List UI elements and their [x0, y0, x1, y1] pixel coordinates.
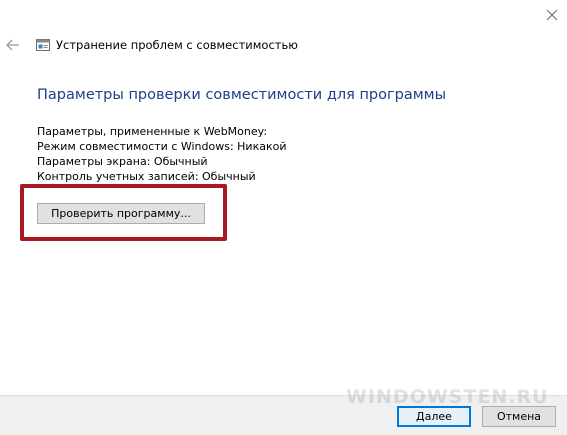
param-uac: Контроль учетных записей: Обычный [37, 170, 256, 183]
next-button[interactable]: Далее [397, 406, 471, 427]
param-compat-mode: Режим совместимости с Windows: Никакой [37, 140, 287, 153]
back-button[interactable] [4, 36, 22, 54]
window-title: Устранение проблем с совместимостью [56, 38, 298, 52]
close-icon [546, 9, 558, 21]
param-applied-to: Параметры, примененные к WebMoney: [37, 125, 268, 138]
troubleshooter-icon [36, 37, 50, 51]
arrow-left-icon [6, 39, 19, 51]
page-heading: Параметры проверки совместимости для про… [37, 87, 447, 103]
close-button[interactable] [540, 4, 564, 26]
cancel-button[interactable]: Отмена [482, 406, 556, 427]
param-display: Параметры экрана: Обычный [37, 155, 208, 168]
test-program-button[interactable]: Проверить программу... [37, 203, 205, 224]
